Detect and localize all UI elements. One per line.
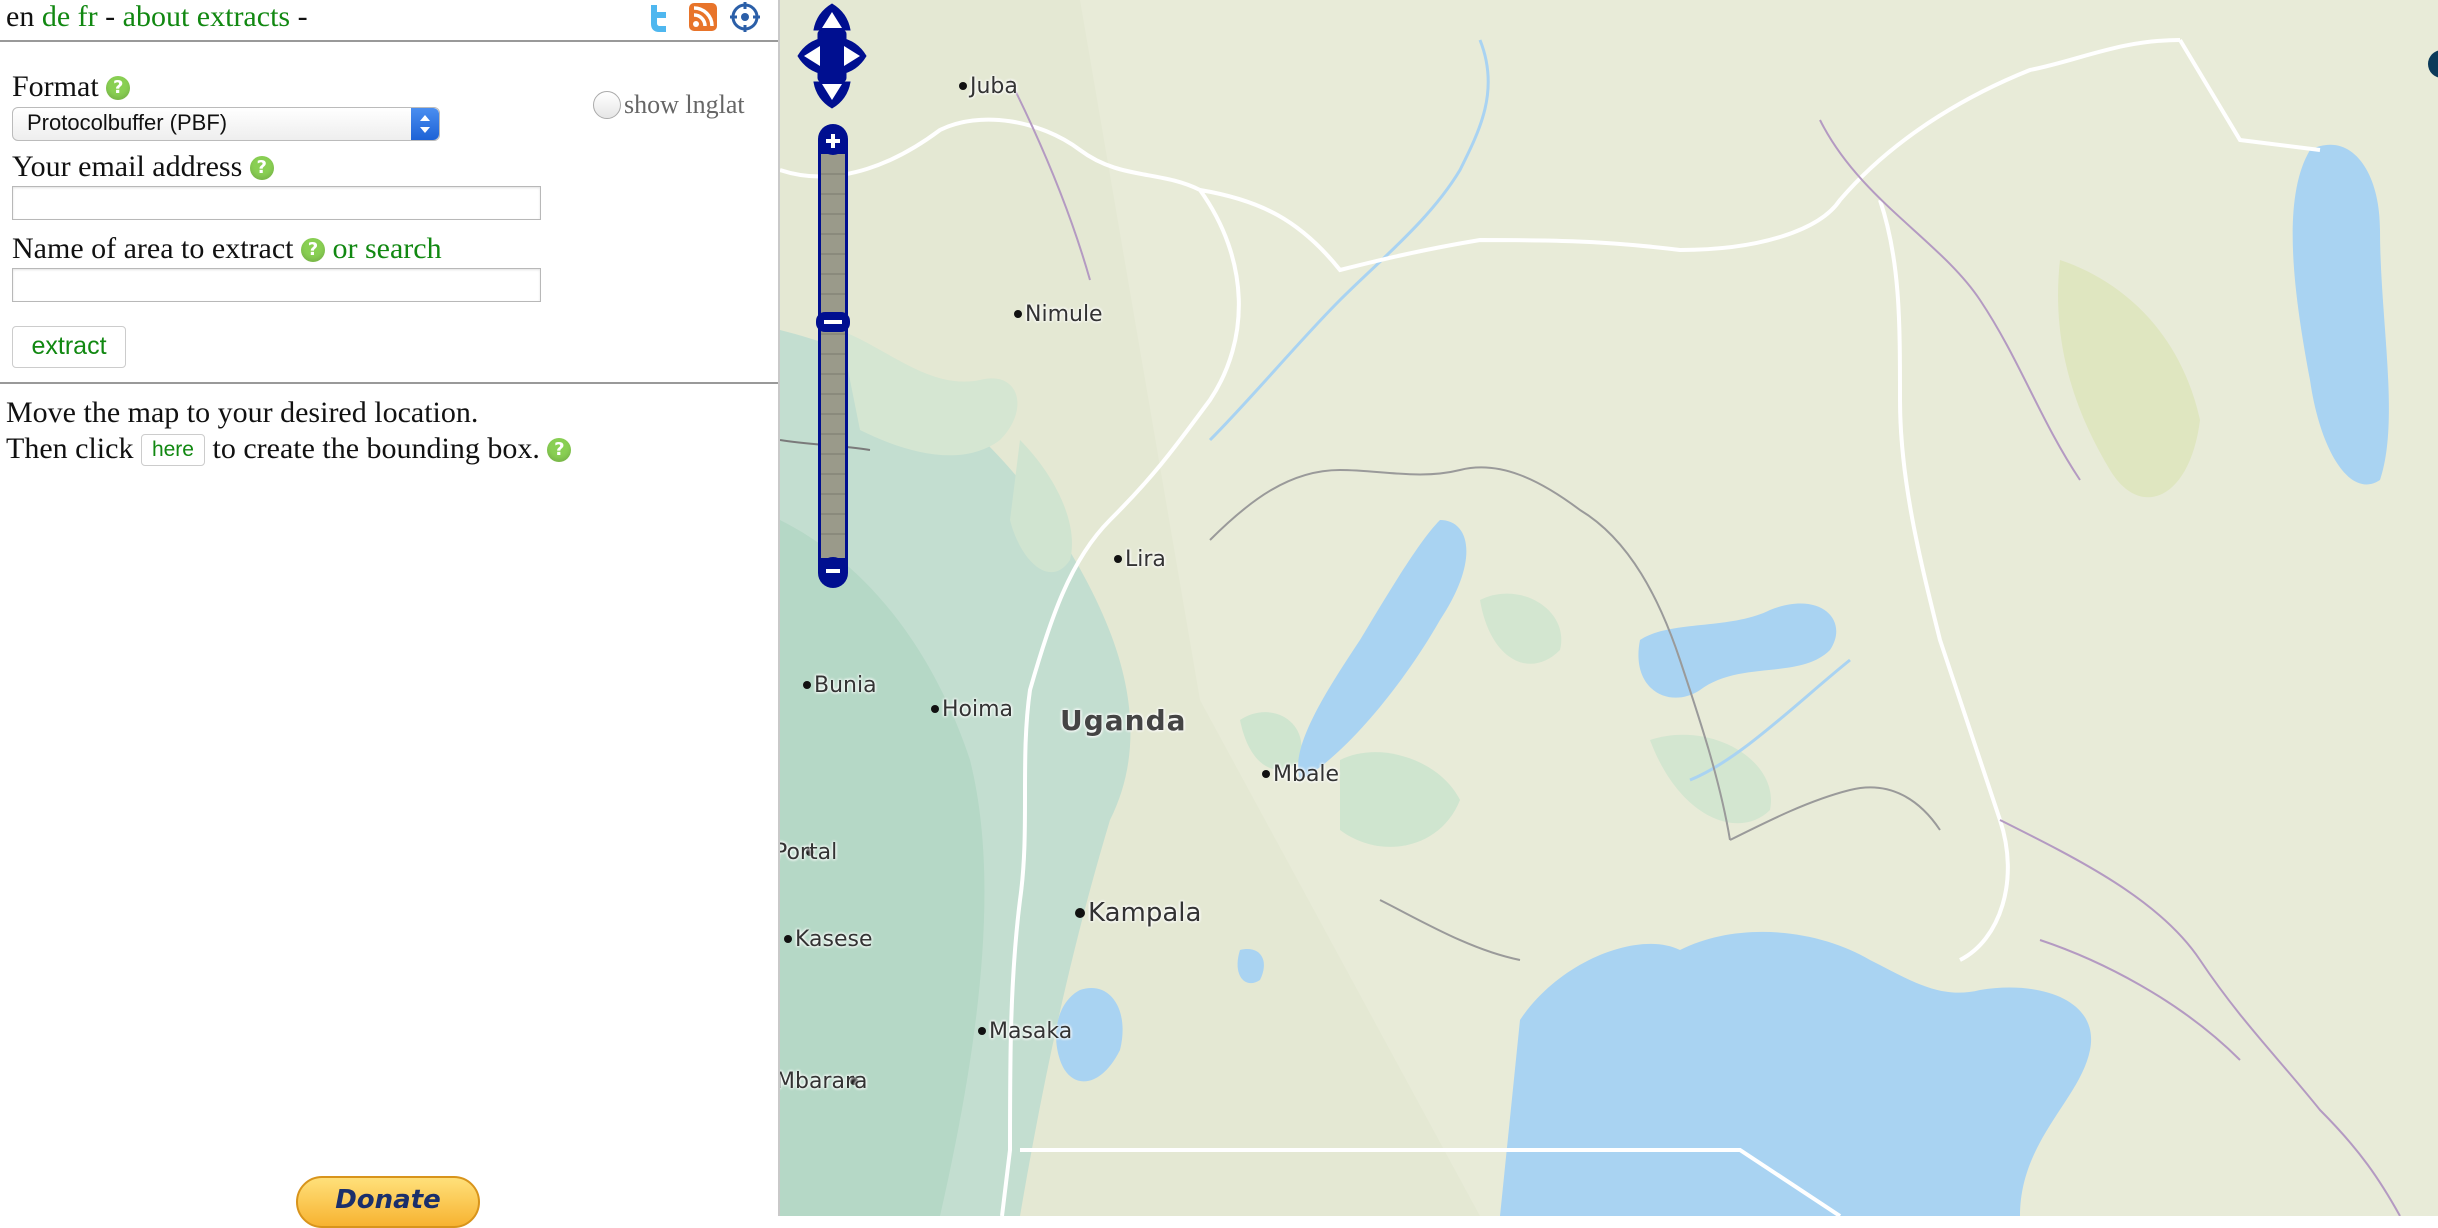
city-dot — [1262, 770, 1270, 778]
zoom-in-icon[interactable] — [819, 127, 847, 155]
area-label: Name of area to extract — [12, 232, 294, 265]
city-dot — [803, 681, 811, 689]
locate-icon[interactable] — [730, 2, 760, 32]
city-dot — [978, 1027, 986, 1035]
lang-de-link[interactable]: de — [42, 0, 70, 33]
city-dot — [931, 705, 939, 713]
show-lnglat-label: show lnglat — [624, 90, 745, 119]
map-view[interactable]: Juba Nimule Lira Bunia Hoima Mbale Fort … — [778, 0, 2438, 1216]
rss-icon[interactable] — [688, 2, 718, 32]
city-dot — [1075, 908, 1085, 918]
email-label: Your email address — [12, 150, 243, 183]
city-label-kampala: Kampala — [1088, 898, 1202, 928]
city-label-masaka: Masaka — [989, 1019, 1073, 1044]
instruction-text-before: Then click — [6, 432, 134, 465]
twitter-icon[interactable] — [644, 2, 674, 32]
donate-button[interactable]: Donate — [296, 1176, 480, 1228]
select-arrows-icon — [411, 108, 439, 140]
separator: - — [297, 0, 308, 33]
city-dot — [959, 82, 967, 90]
instruction-line-2: Then click here to create the bounding b… — [6, 432, 572, 466]
zoom-out-icon[interactable] — [819, 557, 847, 585]
language-bar: en de fr - about extracts - — [6, 0, 308, 34]
show-lnglat-radio[interactable] — [593, 91, 621, 119]
bbox-help-icon[interactable]: ? — [547, 438, 572, 462]
city-dot — [784, 935, 792, 943]
email-help-icon[interactable]: ? — [249, 156, 274, 180]
city-label-mbale: Mbale — [1273, 762, 1340, 787]
format-select-value: Protocolbuffer (PBF) — [27, 110, 228, 135]
pan-control[interactable] — [796, 2, 868, 110]
top-icons — [644, 2, 764, 32]
email-field[interactable] — [12, 186, 541, 220]
or-search-link[interactable]: or search — [333, 232, 442, 265]
zoom-control[interactable] — [816, 124, 850, 588]
here-button[interactable]: here — [140, 434, 205, 466]
format-help-icon[interactable]: ? — [106, 76, 131, 100]
email-row: Your email address ? — [12, 150, 274, 184]
city-label-hoima: Hoima — [942, 697, 1014, 722]
city-label-fort-portal: Fort Portal — [778, 840, 838, 865]
format-label: Format — [12, 70, 99, 103]
instruction-line-1: Move the map to your desired location. — [6, 396, 479, 429]
zoom-slider-handle[interactable] — [816, 312, 850, 332]
panel-divider — [0, 382, 778, 384]
city-label-juba: Juba — [970, 74, 1018, 99]
city-label-mbarara: Mbarara — [778, 1069, 868, 1094]
area-name-field[interactable] — [12, 268, 541, 302]
about-extracts-link[interactable]: about extracts — [123, 0, 290, 33]
lang-en-label: en — [6, 0, 35, 33]
instruction-text-after: to create the bounding box. — [212, 432, 540, 465]
extract-button[interactable]: extract — [12, 326, 126, 368]
format-select[interactable]: Protocolbuffer (PBF) — [12, 107, 440, 141]
format-row: Format ? — [12, 70, 131, 104]
area-help-icon[interactable]: ? — [301, 238, 325, 262]
country-label: Uganda — [1060, 704, 1187, 737]
extract-panel: en de fr - about extracts - Format ? Pro… — [0, 0, 778, 1228]
area-row: Name of area to extract ? or search — [12, 232, 442, 266]
city-dot — [1114, 555, 1122, 563]
city-label-nimule: Nimule — [1025, 302, 1103, 327]
top-bar: en de fr - about extracts - — [0, 0, 778, 42]
separator: - — [105, 0, 116, 33]
city-label-kasese: Kasese — [795, 927, 873, 952]
lang-fr-link[interactable]: fr — [78, 0, 98, 33]
city-dot — [1014, 310, 1022, 318]
city-label-lira: Lira — [1125, 547, 1166, 572]
city-label-bunia: Bunia — [814, 673, 877, 698]
